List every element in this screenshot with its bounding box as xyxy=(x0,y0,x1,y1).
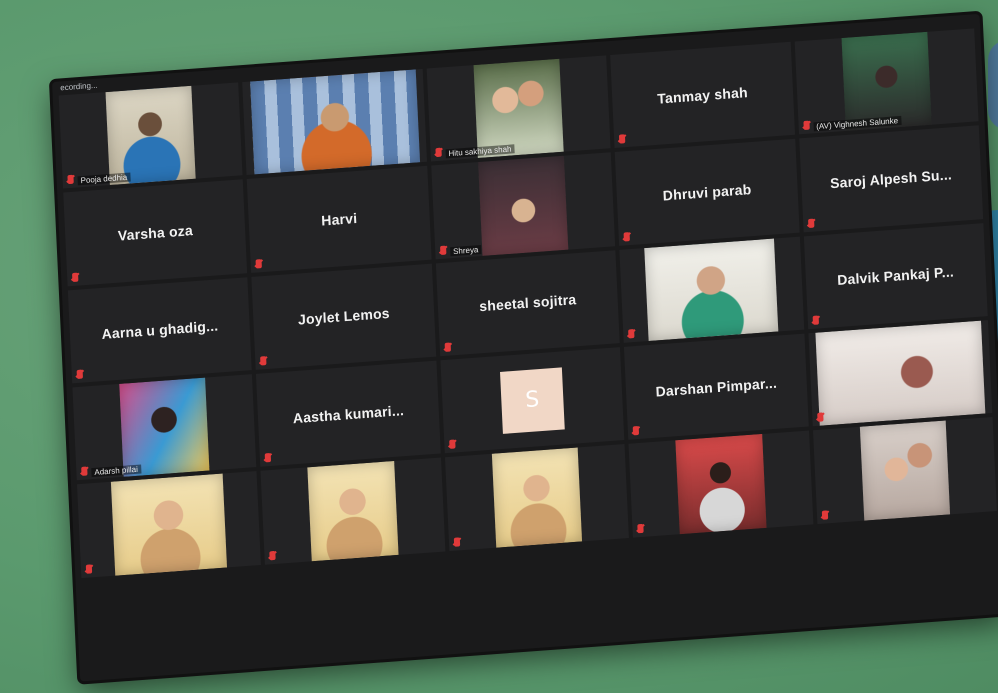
participant-tile[interactable] xyxy=(242,68,427,176)
participant-tile[interactable]: Darshan Pimpar... xyxy=(624,333,809,441)
participant-video xyxy=(473,58,564,159)
participant-tile[interactable]: Shreya xyxy=(431,152,616,260)
participant-name: Dalvik Pankaj P... xyxy=(836,263,955,289)
participant-tile[interactable] xyxy=(444,444,630,551)
participant-tile[interactable]: S xyxy=(440,347,625,454)
muted-mic-icon xyxy=(816,412,824,423)
participant-tile[interactable]: Dhruvi parab xyxy=(614,139,800,246)
muted-mic-icon xyxy=(448,439,456,450)
participant-name: Tanmay shah xyxy=(656,83,749,107)
participant-video xyxy=(105,85,197,186)
avatar-initial: S xyxy=(524,387,540,414)
muted-mic-icon xyxy=(85,564,93,574)
participant-tile[interactable]: Hitu sakhiya shah xyxy=(426,55,611,162)
participant-tile[interactable]: Joylet Lemos xyxy=(251,263,437,370)
participant-video xyxy=(815,320,986,427)
participant-tile[interactable]: (AV) Vighnesh Salunke xyxy=(794,28,979,135)
participant-grid: Pooja dedhia Hitu sakhiya shah Tanmay sh… xyxy=(58,28,998,675)
participant-tile[interactable] xyxy=(628,430,814,538)
participant-name: Aastha kumari... xyxy=(292,401,405,426)
participant-tile[interactable]: Harvi xyxy=(247,166,432,273)
participant-tile[interactable]: Dalvik Pankaj P... xyxy=(803,222,988,330)
muted-mic-icon xyxy=(807,218,815,228)
participant-name: Harvi xyxy=(320,209,358,229)
participant-tile[interactable]: sheetal sojitra xyxy=(435,249,620,357)
participant-tile[interactable]: Pooja dedhia xyxy=(58,82,243,189)
participant-tile[interactable]: Aarna u ghadig... xyxy=(67,276,253,384)
participant-tile[interactable]: Adarsh pillai xyxy=(72,374,257,481)
participant-tile[interactable] xyxy=(260,457,446,565)
avatar: S xyxy=(499,367,565,434)
participant-tile[interactable] xyxy=(76,471,262,578)
muted-mic-icon xyxy=(81,466,88,477)
participant-video xyxy=(491,447,583,548)
muted-mic-icon xyxy=(260,356,267,366)
participant-video xyxy=(249,69,420,175)
photo-frame: ecording... Pooja dedhia Hitu sakhiya sh… xyxy=(0,0,998,693)
muted-mic-icon xyxy=(269,550,277,560)
muted-mic-icon xyxy=(67,175,74,185)
participant-tile[interactable] xyxy=(619,236,804,343)
participant-name: Joylet Lemos xyxy=(297,305,391,328)
muted-mic-icon xyxy=(803,120,810,131)
participant-name: Varsha oza xyxy=(117,222,194,244)
participant-video xyxy=(119,377,210,478)
participant-name: Dhruvi parab xyxy=(662,181,752,204)
monitor-screen: ecording... Pooja dedhia Hitu sakhiya sh… xyxy=(52,13,998,682)
participant-tile[interactable] xyxy=(808,320,993,427)
participant-video xyxy=(111,473,228,576)
participant-video xyxy=(644,238,779,341)
muted-mic-icon xyxy=(265,453,272,463)
muted-mic-icon xyxy=(632,426,640,436)
participant-video xyxy=(675,434,767,534)
participant-video xyxy=(859,420,951,521)
muted-mic-icon xyxy=(439,245,447,255)
muted-mic-icon xyxy=(444,342,451,352)
participant-name: sheetal sojitra xyxy=(478,291,577,315)
participant-video xyxy=(307,461,399,561)
participant-tile[interactable]: Tanmay shah xyxy=(610,41,795,149)
participant-tile[interactable] xyxy=(812,417,997,524)
muted-mic-icon xyxy=(619,134,626,144)
participant-name: Saroj Alpesh Su... xyxy=(829,166,953,192)
participant-tile[interactable]: Aastha kumari... xyxy=(256,360,441,468)
participant-video xyxy=(477,156,569,256)
muted-mic-icon xyxy=(628,329,635,339)
muted-mic-icon xyxy=(453,537,460,547)
participant-tile[interactable]: Saroj Alpesh Su... xyxy=(798,125,984,233)
muted-mic-icon xyxy=(72,272,79,282)
muted-mic-icon xyxy=(623,231,631,242)
muted-mic-icon xyxy=(812,315,819,325)
participant-tile[interactable]: Varsha oza xyxy=(63,179,248,287)
recording-status: ecording... xyxy=(60,80,98,93)
muted-mic-icon xyxy=(255,258,263,269)
participant-name: Aarna u ghadig... xyxy=(101,317,219,343)
muted-mic-icon xyxy=(637,523,644,533)
muted-mic-icon xyxy=(821,510,828,520)
muted-mic-icon xyxy=(76,369,83,379)
participant-name: Darshan Pimpar... xyxy=(655,374,778,400)
participant-name: Shreya xyxy=(449,244,482,256)
muted-mic-icon xyxy=(435,148,442,158)
